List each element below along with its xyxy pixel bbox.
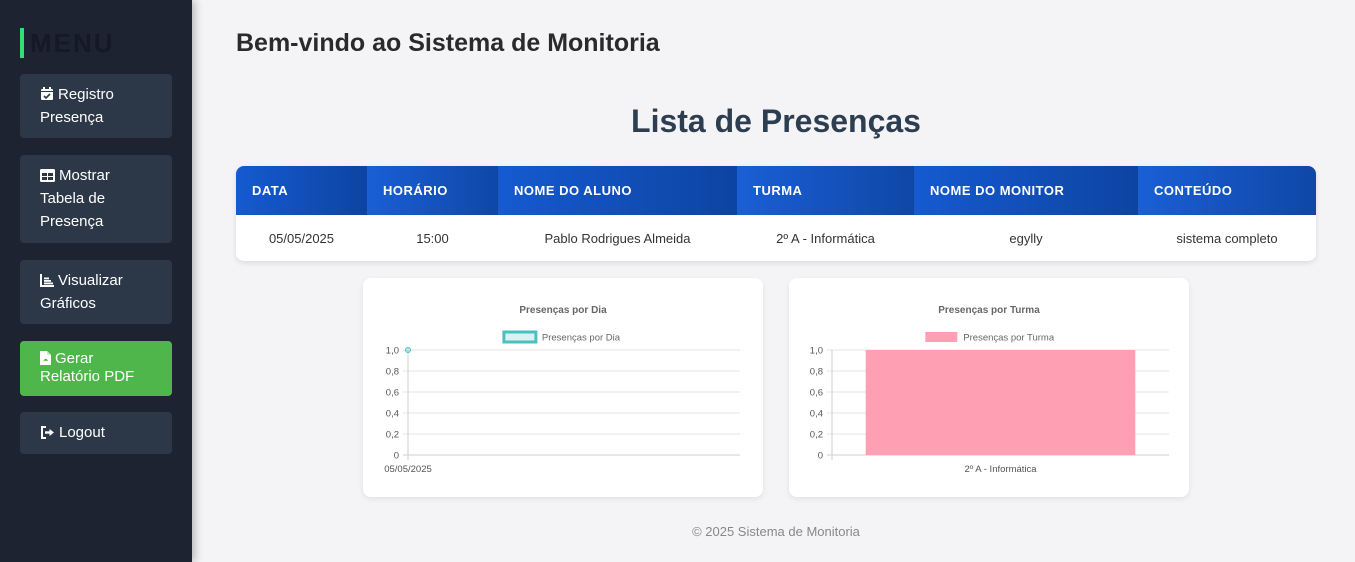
chart-presencas-por-dia: Presenças por Dia Presenças por Dia 0 0,2 0,…: [384, 305, 740, 475]
attendance-table: DATA HORÁRIO NOME DO ALUNO TURMA NOME DO…: [236, 166, 1316, 261]
x-tick-label: 05/05/2025: [384, 464, 432, 475]
nav-visualizar-graficos-button[interactable]: Visualizar Gráficos: [20, 260, 172, 324]
data-point: [405, 347, 411, 353]
cell-turma: 2º A - Informática: [776, 230, 875, 246]
y-tick-label: 0,6: [386, 388, 399, 399]
sidebar: MENU Registro Presença Mostrar Tabela de…: [0, 0, 192, 562]
y-tick-label: 0,6: [810, 388, 823, 399]
y-tick-label: 0,2: [810, 430, 823, 441]
menu-title: MENU: [20, 28, 115, 58]
pdf-file-icon: [40, 351, 51, 365]
logout-button[interactable]: Logout: [20, 412, 172, 454]
nav-registro-presenca-button[interactable]: Registro Presença: [20, 74, 172, 138]
table-header-row: DATA HORÁRIO NOME DO ALUNO TURMA NOME DO…: [236, 166, 1316, 215]
table-icon: [40, 169, 55, 182]
cell-horario: 15:00: [416, 230, 449, 246]
y-tick-label: 1,0: [810, 346, 823, 357]
column-header-nome-aluno: NOME DO ALUNO: [498, 166, 737, 215]
attendance-list-title: Lista de Presenças: [631, 103, 921, 139]
cell-nome-monitor: egylly: [1009, 230, 1043, 246]
y-tick-label: 0: [394, 451, 399, 462]
x-tick-label: 2º A - Informática: [964, 464, 1037, 475]
cell-nome-aluno: Pablo Rodrigues Almeida: [544, 230, 691, 246]
legend-label: Presenças por Dia: [542, 333, 621, 344]
chart-presencas-por-turma: Presenças por Turma Presenças por Turma 0 0…: [810, 305, 1169, 475]
column-header-turma: TURMA: [737, 166, 914, 215]
chart-title: Presenças por Dia: [519, 305, 607, 316]
y-tick-label: 0,2: [386, 430, 399, 441]
page-title: Bem-vindo ao Sistema de Monitoria: [236, 29, 660, 57]
table-row: 05/05/2025 15:00 Pablo Rodrigues Almeida…: [236, 215, 1316, 261]
cell-conteudo: sistema completo: [1176, 230, 1278, 246]
chart-card-presencas-por-dia: Presenças por Dia Presenças por Dia 0 0,2 0,…: [363, 278, 763, 497]
y-tick-label: 0,8: [810, 367, 823, 378]
logout-icon: [41, 426, 54, 439]
column-header-conteudo: CONTEÚDO: [1138, 166, 1316, 215]
nav-mostrar-tabela-button[interactable]: Mostrar Tabela de Presença: [20, 155, 172, 243]
column-header-horario: HORÁRIO: [367, 166, 498, 215]
y-tick-label: 0,4: [386, 409, 399, 420]
chart-card-presencas-por-turma: Presenças por Turma Presenças por Turma 0 0…: [789, 278, 1189, 497]
legend-swatch: [502, 330, 538, 344]
footer-copyright: © 2025 Sistema de Monitoria: [692, 524, 860, 539]
chart-title: Presenças por Turma: [938, 305, 1040, 316]
logout-label: Logout: [59, 424, 105, 441]
legend-label: Presenças por Turma: [963, 333, 1055, 344]
y-tick-label: 0: [818, 451, 823, 462]
generate-pdf-report-label: Gerar Relatório PDF: [40, 350, 135, 385]
cell-data: 05/05/2025: [268, 230, 335, 246]
y-tick-label: 0,8: [386, 367, 399, 378]
legend-swatch: [925, 332, 958, 342]
chart-icon: [40, 274, 54, 287]
y-tick-label: 0,4: [810, 409, 823, 420]
bar: [865, 350, 1136, 455]
generate-pdf-report-button[interactable]: Gerar Relatório PDF: [20, 341, 172, 396]
y-tick-label: 1,0: [386, 346, 399, 357]
calendar-check-icon: [41, 87, 53, 100]
column-header-data: DATA: [236, 166, 367, 215]
column-header-nome-monitor: NOME DO MONITOR: [914, 166, 1138, 215]
